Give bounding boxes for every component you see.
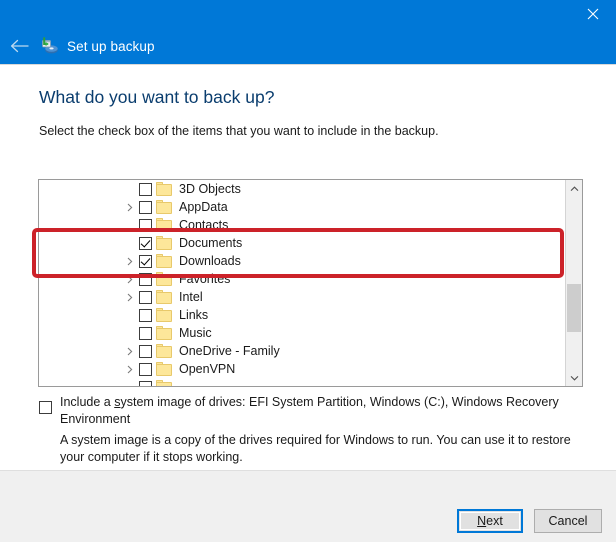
tree-item-row[interactable] <box>39 378 561 386</box>
tree-item-checkbox[interactable] <box>139 236 152 250</box>
setup-backup-window: Set up backup What do you want to back u… <box>0 0 616 542</box>
backup-items-list[interactable]: 3D Objects AppData Contacts Documents Downlo… <box>38 179 583 387</box>
tree-item-row[interactable]: 3D Objects <box>39 180 561 198</box>
folder-icon <box>156 272 172 286</box>
chevron-right-icon[interactable] <box>123 198 136 216</box>
tree-item-checkbox[interactable] <box>139 254 152 268</box>
close-icon[interactable] <box>570 0 616 28</box>
tree-item-checkbox[interactable] <box>139 380 152 386</box>
tree-item-checkbox[interactable] <box>139 308 152 322</box>
tree-item-row[interactable]: Contacts <box>39 216 561 234</box>
tree-item-checkbox[interactable] <box>139 290 152 304</box>
cancel-button-label: Cancel <box>548 514 588 528</box>
tree-item-row[interactable]: Links <box>39 306 561 324</box>
tree-item-checkbox[interactable] <box>139 200 152 214</box>
tree-item-row[interactable]: OneDrive - Family <box>39 342 561 360</box>
chevron-right-icon[interactable] <box>123 342 136 360</box>
folder-icon <box>156 290 172 304</box>
chevron-right-icon[interactable] <box>123 252 136 270</box>
tree-item-checkbox[interactable] <box>139 362 152 376</box>
tree-item-label: AppData <box>179 200 228 214</box>
tree-item-label: Intel <box>179 290 203 304</box>
tree-item-row[interactable]: Downloads <box>39 252 561 270</box>
chevron-down-icon[interactable] <box>566 369 582 386</box>
folder-icon <box>156 344 172 358</box>
system-image-checkbox[interactable] <box>39 401 52 414</box>
folder-icon <box>156 254 172 268</box>
chevron-right-icon[interactable] <box>123 270 136 288</box>
system-image-label-part2: ystem image of drives: EFI System Partit… <box>60 395 559 426</box>
tree-item-label: Favorites <box>179 272 231 286</box>
tree-item-label: Documents <box>179 236 243 250</box>
next-button[interactable]: Next <box>457 509 523 533</box>
tree-item-checkbox[interactable] <box>139 272 152 286</box>
next-accel-key: N <box>477 514 487 528</box>
back-arrow-icon[interactable] <box>2 31 36 61</box>
tree-item-checkbox[interactable] <box>139 326 152 340</box>
folder-icon <box>156 182 172 196</box>
folder-icon <box>156 218 172 232</box>
tree-item-label: Links <box>179 308 209 322</box>
tree-item-row[interactable]: Favorites <box>39 270 561 288</box>
tree-item-row[interactable]: OpenVPN <box>39 360 561 378</box>
chevron-right-icon[interactable] <box>123 288 136 306</box>
system-image-description: A system image is a copy of the drives r… <box>60 433 571 464</box>
system-image-label[interactable]: Include a system image of drives: EFI Sy… <box>60 394 560 427</box>
folder-icon <box>156 380 172 386</box>
tree-item-row[interactable]: Music <box>39 324 561 342</box>
dialog-footer: Next Cancel <box>0 470 616 542</box>
tree-item-label: Downloads <box>179 254 241 268</box>
tree-item-checkbox[interactable] <box>139 218 152 232</box>
backup-icon <box>40 36 60 56</box>
window-title: Set up backup <box>67 38 155 54</box>
next-label-rest: ext <box>486 514 503 528</box>
tree-item-row[interactable]: AppData <box>39 198 561 216</box>
tree-item-row[interactable]: Documents <box>39 234 561 252</box>
system-image-option: Include a system image of drives: EFI Sy… <box>38 394 583 465</box>
next-button-label: Next <box>477 514 503 528</box>
page-instruction: Select the check box of the items that y… <box>39 124 439 138</box>
tree-item-label: OpenVPN <box>179 362 236 376</box>
cancel-button[interactable]: Cancel <box>534 509 602 533</box>
tree-item-checkbox[interactable] <box>139 344 152 358</box>
tree-item-label: Contacts <box>179 218 229 232</box>
tree-item-label: OneDrive - Family <box>179 344 280 358</box>
scrollbar-thumb[interactable] <box>567 284 581 332</box>
tree-item-row[interactable]: Intel <box>39 288 561 306</box>
folder-icon <box>156 326 172 340</box>
navigation-row: Set up backup <box>0 30 155 62</box>
folder-icon <box>156 362 172 376</box>
folder-icon <box>156 236 172 250</box>
chevron-right-icon[interactable] <box>123 360 136 378</box>
list-scrollbar[interactable] <box>565 180 582 386</box>
tree-item-label: Music <box>179 326 212 340</box>
tree-item-checkbox[interactable] <box>139 182 152 196</box>
system-image-label-part1: Include a <box>60 395 115 409</box>
folder-icon <box>156 200 172 214</box>
chevron-up-icon[interactable] <box>566 180 582 197</box>
title-bar: Set up backup <box>0 0 616 64</box>
page-title: What do you want to back up? <box>39 87 275 107</box>
tree-item-container: 3D Objects AppData Contacts Documents Downlo… <box>39 180 561 386</box>
content-panel: What do you want to back up? Select the … <box>0 64 616 470</box>
tree-item-label: 3D Objects <box>179 182 241 196</box>
folder-icon <box>156 308 172 322</box>
